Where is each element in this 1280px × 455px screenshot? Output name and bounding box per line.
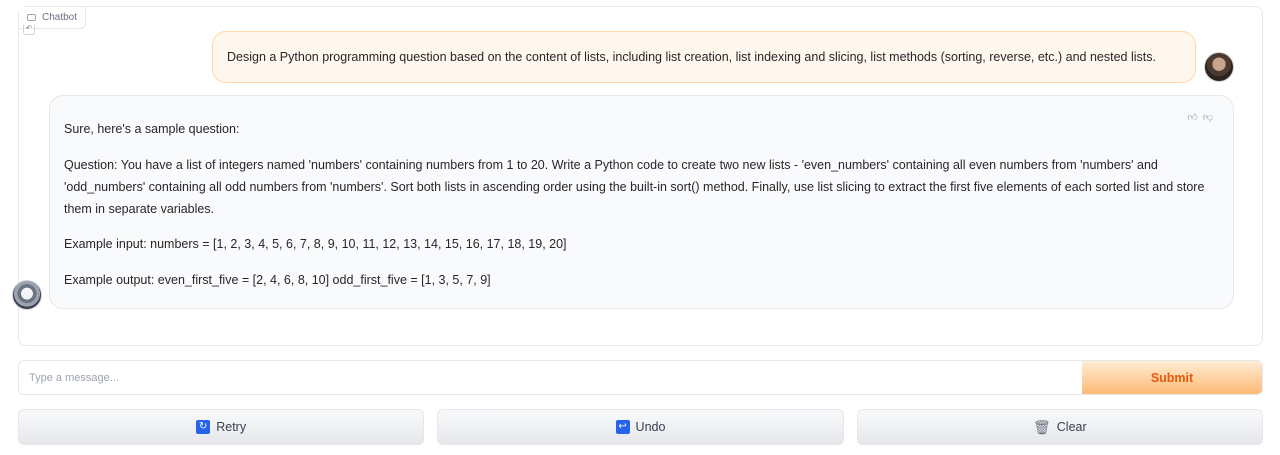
thumbs-down-icon[interactable]: 👎︎ [1203, 107, 1213, 129]
thumbs-up-icon[interactable]: 👍︎ [1187, 107, 1197, 129]
action-buttons: ↻ Retry ↩ Undo 🗑︎ Clear [18, 409, 1263, 445]
clear-button[interactable]: 🗑︎ Clear [856, 409, 1263, 445]
message-input[interactable] [19, 361, 1082, 394]
undo-icon: ↩ [615, 420, 630, 434]
panel-handle-icon: ↶ [23, 25, 35, 35]
chatbot-label-text: Chatbot [42, 12, 78, 23]
bot-avatar [12, 280, 42, 310]
submit-button[interactable]: Submit [1082, 361, 1262, 394]
user-avatar [1204, 52, 1234, 82]
user-message: Design a Python programming question bas… [212, 31, 1196, 83]
retry-button[interactable]: ↻ Retry [18, 409, 425, 445]
bot-example-input: Example input: numbers = [1, 2, 3, 4, 5,… [64, 237, 567, 251]
retry-label: Retry [216, 420, 247, 434]
bot-message: 👍︎ 👎︎ Sure, here's a sample question: Qu… [49, 95, 1234, 309]
bot-example-output: Example output: even_first_five = [2, 4,… [64, 273, 491, 287]
undo-label: Undo [635, 420, 666, 434]
trash-icon: 🗑︎ [1032, 418, 1051, 435]
bot-question: Question: You have a list of integers na… [64, 158, 1205, 216]
undo-button[interactable]: ↩ Undo [437, 409, 844, 445]
user-message-text: Design a Python programming question bas… [227, 50, 1156, 64]
refresh-icon: ↻ [196, 420, 211, 434]
message-input-row: Submit [18, 360, 1263, 395]
bot-intro: Sure, here's a sample question: [64, 122, 240, 136]
rating-controls: 👍︎ 👎︎ [1187, 107, 1213, 129]
clear-label: Clear [1056, 420, 1087, 434]
chat-icon [27, 14, 36, 21]
